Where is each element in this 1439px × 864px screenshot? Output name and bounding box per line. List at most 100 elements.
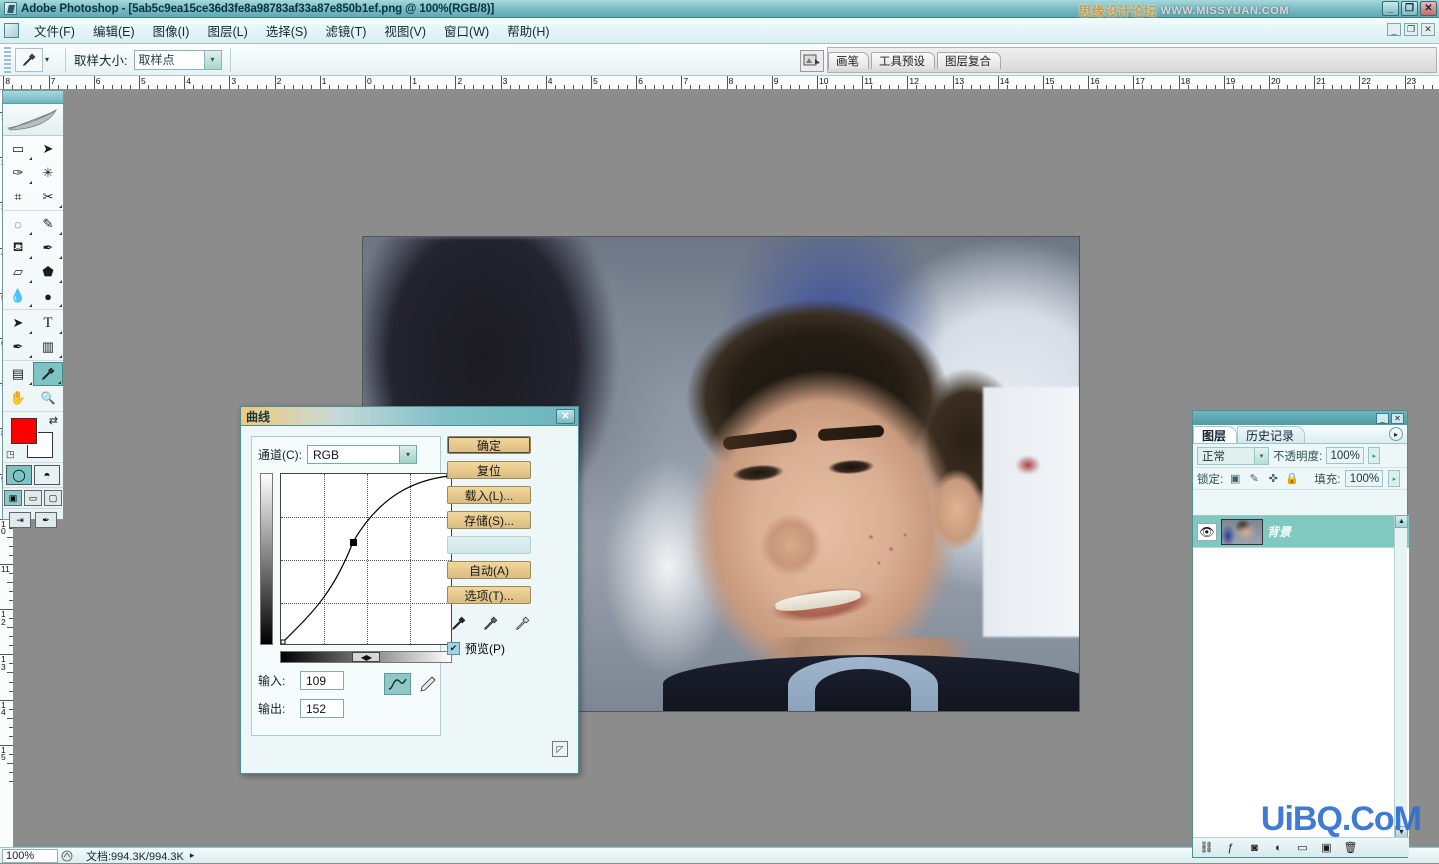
black-point-dropper-icon[interactable] [449,614,467,632]
menu-view[interactable]: 视图(V) [375,18,435,43]
path-selection-tool[interactable]: ➤ [3,311,33,335]
panel-minimize-icon[interactable]: _ [1376,413,1389,424]
maximize-button[interactable]: ❐ [1401,1,1418,16]
tool-preset-arrow-icon[interactable]: ▾ [45,55,49,64]
panel-menu-icon[interactable]: ▸ [1389,427,1403,441]
palette-tab-brushes[interactable]: 画笔 [828,52,869,69]
opacity-field[interactable]: 100% [1326,447,1364,464]
palette-tab-layer-comps[interactable]: 图层复合 [937,52,1001,69]
brush-tool[interactable]: ✎ [33,212,63,236]
pen-tool[interactable]: ✒ [3,335,33,359]
paint-bucket-tool[interactable]: ⬟ [33,260,63,284]
palette-well-icon[interactable] [800,50,824,72]
minimize-button[interactable]: _ [1382,1,1399,16]
palette-tab-tool-presets[interactable]: 工具预设 [871,52,935,69]
fill-field[interactable]: 100% [1345,470,1383,487]
options-bar-grip[interactable] [4,47,11,73]
tab-layers[interactable]: 图层 [1193,426,1237,443]
clone-stamp-tool[interactable]: ⛾ [3,236,33,260]
menu-filter[interactable]: 滤镜(T) [316,18,375,43]
curves-close-button[interactable]: ✕ [556,409,575,424]
lasso-tool[interactable]: ✑ [3,161,33,185]
curve-icon[interactable] [384,673,411,695]
opacity-spinner-icon[interactable]: ▸ [1368,447,1380,464]
ok-button[interactable]: 确定 [447,436,531,454]
type-tool[interactable]: T [33,311,63,335]
layers-panel[interactable]: _ ✕ 图层 历史记录 ▸ 正常 ▾ 不透明度: 100% ▸ 锁定: ▣ ✎ … [1192,410,1408,858]
menu-help[interactable]: 帮助(H) [498,18,558,43]
lock-position-icon[interactable]: ✜ [1266,472,1280,486]
toolbox-drag-handle[interactable] [3,91,63,104]
curves-title-bar[interactable]: 曲线 ✕ [241,407,578,426]
eraser-tool[interactable]: ▱ [3,260,33,284]
fill-spinner-icon[interactable]: ▸ [1388,470,1400,487]
gray-point-dropper-icon[interactable] [481,614,499,632]
menu-file[interactable]: 文件(F) [25,18,84,43]
layers-list[interactable]: 👁 背景 🔒 [1193,515,1409,839]
channel-select[interactable]: RGB ▾ [307,445,417,464]
reset-button[interactable]: 复位 [447,461,531,479]
scroll-up-button[interactable]: ▲ [1395,515,1408,528]
status-arrow-icon[interactable]: ▸ [190,850,195,861]
preview-row[interactable]: ✔ 预览(P) [447,640,571,657]
options-button[interactable]: 选项(T)... [447,586,531,604]
slice-tool[interactable]: ✂ [33,185,63,209]
lock-image-icon[interactable]: ✎ [1247,472,1261,486]
tab-history[interactable]: 历史记录 [1237,426,1305,443]
lock-transparency-icon[interactable]: ▣ [1228,472,1242,486]
doc-close-button[interactable]: ✕ [1421,23,1435,36]
load-button[interactable]: 载入(L)... [447,486,531,504]
new-layer-icon[interactable]: ▣ [1319,840,1334,855]
menu-layer[interactable]: 图层(L) [198,18,256,43]
default-colors-icon[interactable]: ◳ [6,449,15,460]
doc-minimize-button[interactable]: _ [1387,23,1401,36]
standard-mode-button[interactable]: ◯ [6,465,32,485]
marquee-tool[interactable]: ▭ [3,137,33,161]
layer-visibility-icon[interactable]: 👁 [1197,523,1217,541]
toolbox[interactable]: ▭ ➤ ✑ ✳ ⌗ ✂ ◌ ✎ ⛾ ✒ ▱ ⬟ 💧 ● ➤ [2,90,64,520]
curves-resize-grip[interactable]: ◸ [552,741,568,757]
save-button[interactable]: 存储(S)... [447,511,531,529]
group-icon[interactable]: ▭ [1295,840,1310,855]
layer-row-background[interactable]: 👁 背景 🔒 [1193,516,1409,548]
blur-tool[interactable]: 💧 [3,284,33,308]
menu-image[interactable]: 图像(I) [144,18,199,43]
eyedropper-icon[interactable] [15,48,43,72]
hand-tool[interactable]: ✋ [3,386,33,410]
input-field[interactable]: 109 [300,671,344,690]
delete-icon[interactable]: 🗑 [1343,840,1358,855]
mask-icon[interactable]: ◙ [1247,840,1262,855]
standard-screen-mode-button[interactable]: ▣ [4,490,22,506]
fx-icon[interactable]: ƒ [1223,840,1238,855]
eyedropper-tool[interactable] [33,362,63,386]
close-button[interactable]: ✕ [1420,1,1437,16]
menu-edit[interactable]: 编辑(E) [84,18,144,43]
jump-to-button[interactable]: ⇥ [9,512,31,528]
output-field[interactable]: 152 [300,699,344,718]
shape-tool[interactable]: ▥ [33,335,63,359]
curves-graph[interactable] [280,473,452,645]
imageready-icon[interactable]: ✒ [35,512,57,528]
magic-wand-tool[interactable]: ✳ [33,161,63,185]
crop-tool[interactable]: ⌗ [3,185,33,209]
link-icon[interactable]: ⛓ [1199,840,1214,855]
full-screen-mode-button[interactable]: ▢ [44,490,62,506]
adjustment-icon[interactable]: ◐ [1271,840,1286,855]
healing-brush-tool[interactable]: ◌ [3,212,33,236]
horizontal-ruler[interactable]: 8765432101234567891011121314151617181920… [0,76,1439,90]
zoom-tool[interactable]: 🔍 [33,386,63,410]
layers-panel-title-bar[interactable]: _ ✕ [1193,411,1407,425]
foreground-color-swatch[interactable] [11,418,37,444]
curves-dialog[interactable]: 曲线 ✕ 通道(C): RGB ▾ [240,406,579,774]
auto-button[interactable]: 自动(A) [447,561,531,579]
document-menu-icon[interactable] [4,23,19,38]
menu-window[interactable]: 窗口(W) [435,18,498,43]
gradient-direction-handle[interactable]: ◀▶ [352,652,380,662]
horizontal-gradient-bar[interactable]: ◀▶ [280,651,452,663]
layers-scrollbar[interactable]: ▲ ▼ [1394,515,1407,839]
pencil-icon[interactable] [414,673,441,695]
lock-all-icon[interactable]: 🔒 [1285,472,1299,486]
menu-select[interactable]: 选择(S) [257,18,317,43]
move-tool[interactable]: ➤ [33,137,63,161]
preview-checkbox[interactable]: ✔ [447,642,460,655]
